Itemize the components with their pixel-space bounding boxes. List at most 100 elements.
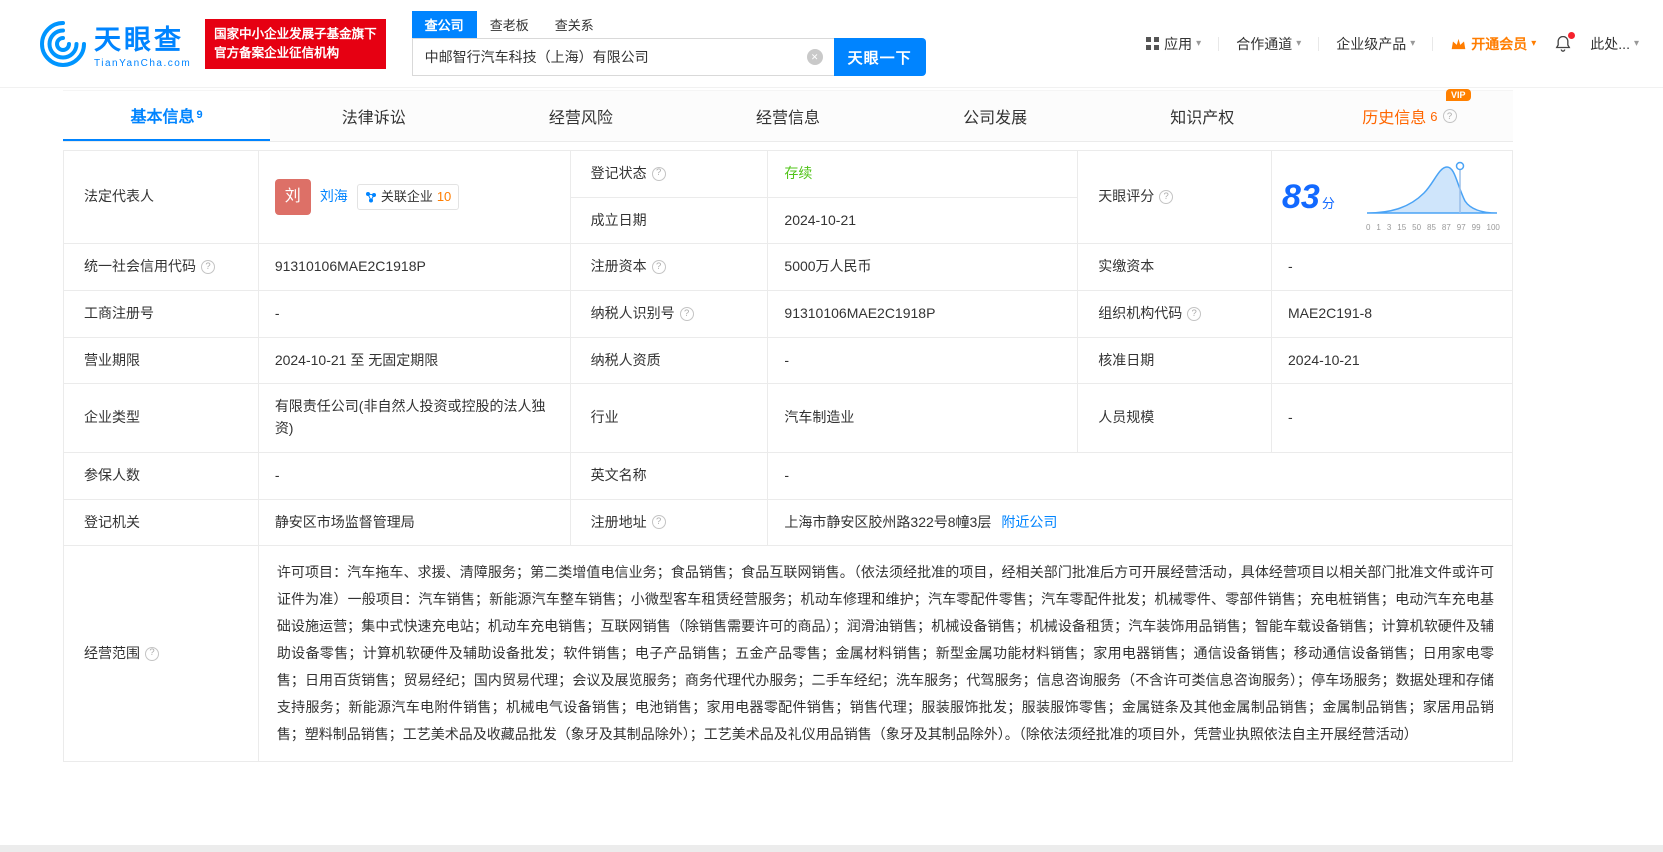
chevron-down-icon: ▾	[1296, 38, 1302, 49]
credit-code-value: 91310106MAE2C1918P	[257, 243, 571, 292]
biz-reg-no-value: -	[257, 290, 571, 338]
clear-icon[interactable]: ✕	[806, 49, 823, 65]
help-icon[interactable]: ?	[679, 306, 694, 321]
biz-reg-no-label-cell: 工商注册号	[63, 290, 259, 338]
business-scope-value: 许可项目：汽车拖车、求援、清障服务；第二类增值电信业务；食品销售；食品互联网销售…	[257, 545, 1514, 763]
english-name-value: -	[767, 451, 1513, 500]
nav-more-label: 此处...	[1590, 35, 1630, 52]
nav-enterprise-label: 企业级产品	[1336, 35, 1407, 52]
paid-capital-label: 实缴资本	[1098, 258, 1155, 275]
tab-count: 6	[1430, 108, 1438, 124]
industry-label: 行业	[590, 409, 619, 426]
legal-rep-label: 法定代表人	[84, 188, 154, 205]
nav-apps-label: 应用	[1164, 35, 1193, 52]
help-icon[interactable]: ?	[1442, 109, 1457, 123]
biz-term-label: 营业期限	[84, 351, 140, 368]
tab-operational-risk[interactable]: 经营风险	[477, 91, 684, 141]
paid-capital-value: -	[1271, 243, 1513, 292]
paid-capital-label-cell: 实缴资本	[1077, 243, 1273, 292]
approval-date-value: 2024-10-21	[1271, 336, 1513, 385]
related-companies-badge[interactable]: 关联企业 10	[356, 184, 460, 211]
score-label: 天眼评分	[1098, 188, 1155, 205]
tab-label: 基本信息	[130, 109, 195, 126]
nav-apps[interactable]: 应用 ▾	[1146, 34, 1201, 54]
nearby-companies-link[interactable]: 附近公司	[1001, 512, 1057, 534]
certification-line1: 国家中小企业发展子基金旗下	[214, 26, 377, 41]
approval-date-label-cell: 核准日期	[1077, 336, 1273, 385]
tab-company-development[interactable]: 公司发展	[892, 91, 1099, 141]
approval-date-label: 核准日期	[1098, 351, 1155, 368]
header-nav: 应用 ▾ 合作通道 ▾ 企业级产品 ▾ 开通会员 ▾ 此处... ▾	[1146, 31, 1639, 54]
reg-address-label-cell: 注册地址 ?	[569, 498, 769, 547]
certification-line2: 官方备案企业征信机构	[214, 45, 340, 60]
search-tabs: 查公司 查老板 查关系	[411, 11, 926, 38]
reg-authority-label: 登记机关	[84, 513, 140, 530]
score-label-cell: 天眼评分 ?	[1077, 149, 1273, 245]
help-icon[interactable]: ?	[201, 260, 215, 275]
legal-rep-name-link[interactable]: 刘海	[320, 186, 348, 208]
insured-count-label: 参保人数	[84, 466, 140, 483]
help-icon[interactable]: ?	[145, 646, 159, 661]
help-icon[interactable]: ?	[651, 515, 666, 530]
taxpayer-qual-label: 纳税人资质	[590, 351, 661, 368]
nav-more[interactable]: 此处... ▾	[1590, 34, 1639, 54]
score-value: 83	[1282, 177, 1320, 216]
brand-domain: TianYanCha.com	[94, 58, 192, 69]
biz-term-value: 2024-10-21 至 无固定期限	[257, 336, 571, 385]
biz-reg-no-label: 工商注册号	[84, 305, 154, 322]
staff-size-label: 人员规模	[1098, 409, 1155, 426]
search-input[interactable]	[411, 38, 834, 76]
top-header: 天眼查 TianYanCha.com 国家中小企业发展子基金旗下 官方备案企业征…	[0, 0, 1663, 88]
taxpayer-qual-label-cell: 纳税人资质	[569, 336, 769, 385]
notification-dot	[1568, 31, 1576, 39]
legal-rep-label-cell: 法定代表人	[63, 149, 259, 245]
insured-count-label-cell: 参保人数	[63, 451, 259, 500]
help-icon[interactable]: ?	[651, 260, 666, 275]
taxpayer-qual-value: -	[767, 336, 1079, 385]
search-tab-boss[interactable]: 查老板	[477, 11, 542, 38]
score-value-cell: 83 分 0 1 3 15 50 85 87 97 99 100	[1271, 149, 1513, 245]
tab-business-info[interactable]: 经营信息	[684, 91, 891, 141]
tab-intellectual-property[interactable]: 知识产权	[1099, 91, 1306, 141]
business-scope-label-cell: 经营范围 ?	[63, 545, 259, 763]
staff-size-value: -	[1271, 383, 1513, 453]
tab-history-info[interactable]: VIP 历史信息 6 ?	[1306, 89, 1513, 141]
tab-label: 公司发展	[963, 110, 1028, 127]
help-icon[interactable]: ?	[651, 166, 666, 181]
taxpayer-id-label-cell: 纳税人识别号 ?	[569, 290, 769, 338]
nav-member-label: 开通会员	[1471, 35, 1528, 52]
credit-code-label: 统一社会信用代码	[84, 258, 196, 275]
nav-enterprise[interactable]: 企业级产品 ▾	[1336, 34, 1415, 54]
search-tab-company[interactable]: 查公司	[411, 11, 477, 38]
help-icon[interactable]: ?	[1187, 306, 1202, 321]
credit-code-label-cell: 统一社会信用代码 ?	[63, 243, 259, 292]
taxpayer-id-value: 91310106MAE2C1918P	[767, 290, 1079, 338]
tab-legal-proceedings[interactable]: 法律诉讼	[270, 91, 477, 141]
reg-status-value-cell: 存续	[767, 150, 1079, 198]
reg-capital-label: 注册资本	[590, 258, 647, 275]
nav-partner-label: 合作通道	[1236, 35, 1293, 52]
search-button[interactable]: 天眼一下	[833, 38, 926, 76]
staff-size-label-cell: 人员规模	[1077, 383, 1273, 453]
score-distribution-chart: 0 1 3 15 50 85 87 97 99 100	[1364, 160, 1502, 235]
tianyancha-logo-icon	[40, 20, 86, 67]
org-code-value: MAE2C191-8	[1271, 290, 1513, 338]
brand-name: 天眼查	[94, 25, 184, 55]
tianyancha-logo[interactable]: 天眼查 TianYanCha.com	[40, 18, 191, 69]
divider	[1218, 36, 1220, 51]
nav-partner[interactable]: 合作通道 ▾	[1236, 34, 1301, 54]
company-type-label-cell: 企业类型	[63, 383, 259, 453]
notifications-button[interactable]	[1553, 31, 1576, 54]
avatar[interactable]: 刘	[274, 179, 311, 216]
tab-count: 9	[196, 109, 203, 121]
nav-open-membership[interactable]: 开通会员 ▾	[1450, 34, 1536, 54]
divider	[1318, 36, 1320, 51]
help-icon[interactable]: ?	[1159, 190, 1174, 205]
search-tab-relation[interactable]: 查关系	[542, 11, 607, 38]
org-code-label-cell: 组织机构代码 ?	[1077, 290, 1273, 338]
reg-status-label-cell: 登记状态 ?	[569, 150, 769, 198]
tab-label: 法律诉讼	[341, 110, 406, 127]
legal-rep-value-cell: 刘 刘海 关联企业 10	[257, 149, 571, 245]
tab-basic-info[interactable]: 基本信息 9	[63, 91, 271, 141]
score-number[interactable]: 83 分	[1282, 171, 1335, 224]
